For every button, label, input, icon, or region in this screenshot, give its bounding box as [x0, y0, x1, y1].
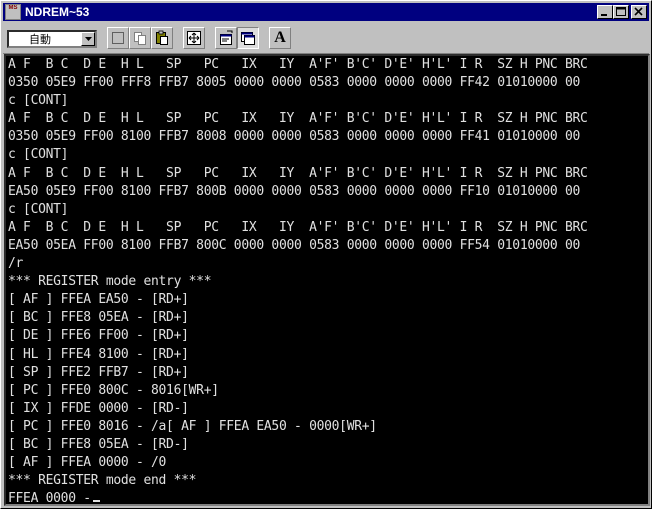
app-icon[interactable]: MS: [5, 4, 21, 20]
fullscreen-button[interactable]: [183, 27, 205, 49]
window-title: NDREM~53: [25, 5, 90, 19]
fullscreen-icon: [187, 31, 201, 45]
console-output[interactable]: A F B C D E H L SP PC IX IY A'F' B'C' D'…: [4, 54, 650, 506]
font-icon: A: [274, 29, 286, 46]
console-line: [ PC ] FFE0 8016 - /a[ AF ] FFEA EA50 - …: [8, 418, 377, 434]
toolbar: 自動 A: [3, 23, 649, 54]
console-line: [ SP ] FFE2 FFB7 - [RD+]: [8, 364, 189, 380]
console-lines: A F B C D E H L SP PC IX IY A'F' B'C' D'…: [8, 56, 588, 504]
console-line: EA50 05E9 FF00 8100 FFB7 800B 0000 0000 …: [8, 183, 581, 199]
minimize-icon: [601, 14, 607, 16]
console-line: [ IX ] FFDE 0000 - [RD-]: [8, 400, 189, 416]
close-button[interactable]: [631, 5, 647, 19]
background-button[interactable]: [237, 27, 259, 49]
paste-button[interactable]: [151, 27, 173, 49]
properties-icon: [220, 30, 233, 45]
console-window: MS NDREM~53 自動 A A F B C D E H L SP PC I…: [0, 0, 652, 509]
console-line: *** REGISTER mode entry ***: [8, 274, 212, 290]
console-line: /r: [8, 256, 24, 272]
console-line: A F B C D E H L SP PC IX IY A'F' B'C' D'…: [8, 219, 588, 235]
maximize-button[interactable]: [613, 5, 629, 19]
app-icon-text: MS: [8, 5, 18, 11]
console-line: A F B C D E H L SP PC IX IY A'F' B'C' D'…: [8, 111, 588, 127]
window-controls: [597, 5, 647, 19]
text-cursor: [92, 500, 100, 503]
console-line: 0350 05E9 FF00 8100 FFB7 8008 0000 0000 …: [8, 129, 581, 145]
font-size-value: 自動: [29, 33, 51, 46]
mark-icon: [112, 32, 124, 44]
console-line: c [CONT]: [8, 201, 69, 217]
console-line: [ DE ] FFE6 FF00 - [RD+]: [8, 328, 189, 344]
console-line: c [CONT]: [8, 93, 69, 109]
console-line: A F B C D E H L SP PC IX IY A'F' B'C' D'…: [8, 165, 588, 181]
minimize-button[interactable]: [597, 5, 613, 19]
copy-icon: [134, 32, 146, 45]
console-line: [ AF ] FFEA EA50 - [RD+]: [8, 292, 189, 308]
console-line: *** REGISTER mode end ***: [8, 473, 197, 489]
font-size-select[interactable]: 自動: [7, 30, 97, 48]
console-line: EA50 05EA FF00 8100 FFB7 800C 0000 0000 …: [8, 237, 581, 253]
console-line: [ BC ] FFE8 05EA - [RD+]: [8, 310, 189, 326]
mark-button[interactable]: [107, 27, 129, 49]
title-bar[interactable]: MS NDREM~53: [3, 3, 649, 21]
console-line: [ HL ] FFE4 8100 - [RD+]: [8, 346, 189, 362]
maximize-icon: [616, 7, 626, 16]
console-line: c [CONT]: [8, 147, 69, 163]
console-line: [ PC ] FFE0 800C - 8016[WR+]: [8, 382, 219, 398]
properties-button[interactable]: [215, 27, 237, 49]
console-line: FFEA 0000 -: [8, 490, 588, 504]
console-line: A F B C D E H L SP PC IX IY A'F' B'C' D'…: [8, 57, 588, 72]
console-line: [ AF ] FFEA 0000 - /0: [8, 455, 167, 471]
close-icon: [634, 7, 643, 16]
background-icon: [241, 32, 255, 45]
console-line: 0350 05E9 FF00 FFF8 FFB7 8005 0000 0000 …: [8, 75, 581, 91]
font-button[interactable]: A: [269, 27, 291, 49]
chevron-down-icon[interactable]: [81, 32, 95, 46]
console-line: [ BC ] FFE8 05EA - [RD-]: [8, 436, 189, 452]
paste-icon: [156, 30, 168, 45]
copy-button[interactable]: [129, 27, 151, 49]
